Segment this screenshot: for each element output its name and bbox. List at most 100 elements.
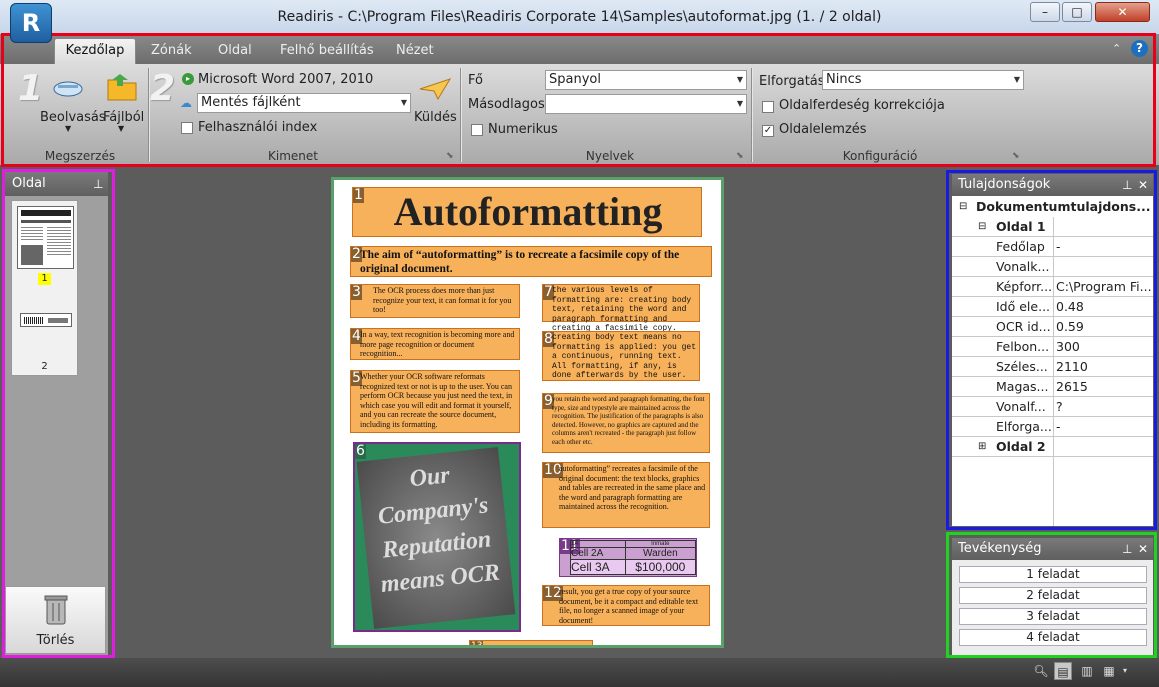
maximize-button[interactable]: □ — [1062, 2, 1092, 22]
pin-icon[interactable]: ⊥ — [1122, 538, 1132, 560]
tab-kezdolap[interactable]: Kezdőlap — [54, 38, 136, 64]
zone-text: The aim of “autoformatting” is to recrea… — [360, 249, 680, 275]
dialog-launcher-icon[interactable]: ⬊ — [446, 151, 454, 161]
file-dropdown-icon[interactable]: ▼ — [118, 124, 124, 133]
zone-8[interactable]: 8 creating body text means no formatting… — [542, 331, 700, 381]
task-item[interactable]: 4 feladat — [959, 629, 1147, 646]
pin-icon[interactable]: ⊥ — [1122, 174, 1132, 196]
deskew-checkbox[interactable] — [762, 101, 774, 113]
user-index-checkbox[interactable] — [181, 122, 193, 134]
property-key: Vonalf... — [996, 399, 1046, 414]
dialog-launcher-icon[interactable]: ⬊ — [1012, 151, 1020, 161]
page-thumbnail-2[interactable] — [20, 313, 72, 327]
page-thumbnails: 1 2 — [11, 200, 78, 376]
page-thumbnail-1[interactable] — [17, 206, 74, 269]
zone-9[interactable]: 9 you retain the word and paragraph form… — [542, 393, 710, 453]
zone-7[interactable]: 7 the various levels of formatting are: … — [542, 284, 700, 333]
property-key: Széles... — [996, 359, 1048, 374]
tree-node-root[interactable]: ⊟ Dokumentumtulajdons... — [952, 197, 1153, 217]
property-value: C:\Program Fi... — [1056, 279, 1152, 294]
primary-language-dropdown[interactable]: Spanyol ▼ — [545, 70, 747, 90]
dialog-launcher-icon[interactable]: ⬊ — [736, 151, 744, 161]
zone-1[interactable]: 1 Autoformatting — [352, 187, 702, 237]
zone-2[interactable]: 2 The aim of “autoformatting” is to recr… — [350, 246, 712, 277]
save-mode-dropdown[interactable]: Mentés fájlként ▼ — [197, 93, 411, 113]
task-item[interactable]: 2 feladat — [959, 587, 1147, 604]
property-value: - — [1056, 239, 1061, 254]
zone-number: 6 — [355, 443, 366, 459]
properties-panel: Tulajdonságok ⊥ ✕ ⊟ Dokumentumtulajdons... … — [952, 174, 1153, 526]
rotation-dropdown[interactable]: Nincs ▼ — [822, 70, 1024, 90]
zone-10[interactable]: 10 autoformatting” recreates a facsimile… — [542, 462, 710, 528]
table-cell: Inmate — [624, 540, 697, 548]
collapse-icon[interactable]: ⊟ — [978, 217, 986, 236]
app-menu-icon[interactable]: R — [10, 3, 52, 43]
delete-button[interactable]: Törlés — [5, 586, 106, 654]
property-value: 2615 — [1056, 379, 1088, 394]
property-key: Képforr... — [996, 279, 1052, 294]
scanner-icon — [52, 76, 84, 98]
zone-5[interactable]: 5 Whether your OCR software reformats re… — [350, 370, 520, 433]
window-title: Readiris - C:\Program Files\Readiris Cor… — [277, 9, 882, 25]
close-button[interactable]: ✕ — [1095, 2, 1150, 22]
deskew-label: Oldalferdeség korrekciója — [779, 98, 945, 113]
numeric-checkbox[interactable] — [471, 124, 483, 136]
collapse-icon[interactable]: ⊟ — [959, 197, 967, 216]
property-key: Felbon... — [996, 339, 1050, 354]
output-format-label[interactable]: Microsoft Word 2007, 2010 — [198, 72, 373, 87]
word-format-icon: ▸ — [182, 73, 194, 85]
zone-text: you retain the word and paragraph format… — [552, 395, 705, 446]
step-two-number: 2 — [150, 68, 176, 109]
chevron-down-icon: ▼ — [1013, 75, 1020, 84]
save-mode-value: Mentés fájlként — [201, 95, 301, 110]
tab-oldal[interactable]: Oldal — [218, 43, 252, 58]
chevron-down-icon[interactable]: ▾ — [1116, 662, 1134, 680]
scan-dropdown-icon[interactable]: ▼ — [65, 124, 71, 133]
zone-text: creating body text means no formatting i… — [552, 333, 697, 380]
zone-11[interactable]: 11 1A Inmate Cell 2A Warden Cell 3A $100,00… — [559, 538, 697, 577]
help-icon[interactable]: ? — [1131, 40, 1148, 57]
table-cell: 1A — [570, 540, 626, 548]
zone-4[interactable]: 4 In a way, text recognition is becoming… — [350, 328, 520, 360]
tab-felho-beallitas[interactable]: Felhő beállítás — [280, 43, 374, 58]
cloud-icon: ☁ — [180, 96, 192, 110]
scan-button[interactable]: Beolvasás — [40, 110, 106, 125]
zone-12[interactable]: 12 result, you get a true copy of your s… — [542, 585, 710, 626]
text-view-icon[interactable]: ▥ — [1078, 662, 1096, 680]
tab-nezet[interactable]: Nézet — [396, 43, 434, 58]
expand-icon[interactable]: ⊞ — [978, 437, 986, 456]
document-view[interactable]: 1 Autoformatting 2 The aim of “autoforma… — [331, 177, 724, 648]
group-konfiguracio: Konfiguráció — [842, 149, 918, 163]
numeric-label: Numerikus — [488, 122, 558, 137]
ribbon-tab-bar: Kezdőlap Zónák Oldal Felhő beállítás Néz… — [0, 34, 1159, 64]
pages-panel: Oldal ⊥ 1 2 — [5, 172, 108, 656]
property-value: ? — [1056, 399, 1063, 414]
minimize-button[interactable]: – — [1030, 2, 1060, 22]
rotation-label: Elforgatás — [759, 74, 825, 89]
zone-13[interactable]: 13 — [469, 640, 593, 645]
table-cell: Cell 3A — [570, 559, 626, 575]
from-file-button[interactable]: Fájlból — [103, 110, 144, 125]
zone-3[interactable]: 3 The OCR process does more than just re… — [350, 284, 520, 318]
activity-panel: Tevékenység ⊥ ✕ 1 feladat 2 feladat 3 fela… — [952, 538, 1153, 655]
primary-language-label: Fő — [468, 73, 483, 88]
pin-icon[interactable]: ⊥ — [93, 172, 103, 196]
tab-zonak[interactable]: Zónák — [151, 43, 192, 58]
secondary-language-dropdown[interactable]: ▼ — [545, 94, 747, 114]
zone-text: the various levels of formatting are: cr… — [552, 286, 692, 333]
activity-header: Tevékenység ⊥ ✕ — [952, 538, 1153, 560]
zone-6[interactable]: 6 Our Company's Reputation means OCR — [353, 442, 521, 632]
page-analysis-checkbox[interactable]: ✓ — [762, 125, 774, 137]
collapse-ribbon-icon[interactable]: ⌃ — [1112, 42, 1121, 55]
task-item[interactable]: 1 feladat — [959, 566, 1147, 583]
send-button[interactable]: Küldés — [414, 110, 457, 125]
zone-text: result, you get a true copy of your sour… — [559, 587, 699, 625]
zoom-icon[interactable]: 🔍︎ — [1032, 662, 1050, 680]
close-icon[interactable]: ✕ — [1138, 538, 1148, 560]
task-item[interactable]: 3 feladat — [959, 608, 1147, 625]
pages-panel-title: Oldal — [12, 176, 46, 191]
property-key: Idő ele... — [996, 299, 1051, 314]
page-view-icon[interactable]: ▤ — [1054, 662, 1072, 680]
property-value: 300 — [1056, 339, 1080, 354]
close-icon[interactable]: ✕ — [1138, 174, 1148, 196]
